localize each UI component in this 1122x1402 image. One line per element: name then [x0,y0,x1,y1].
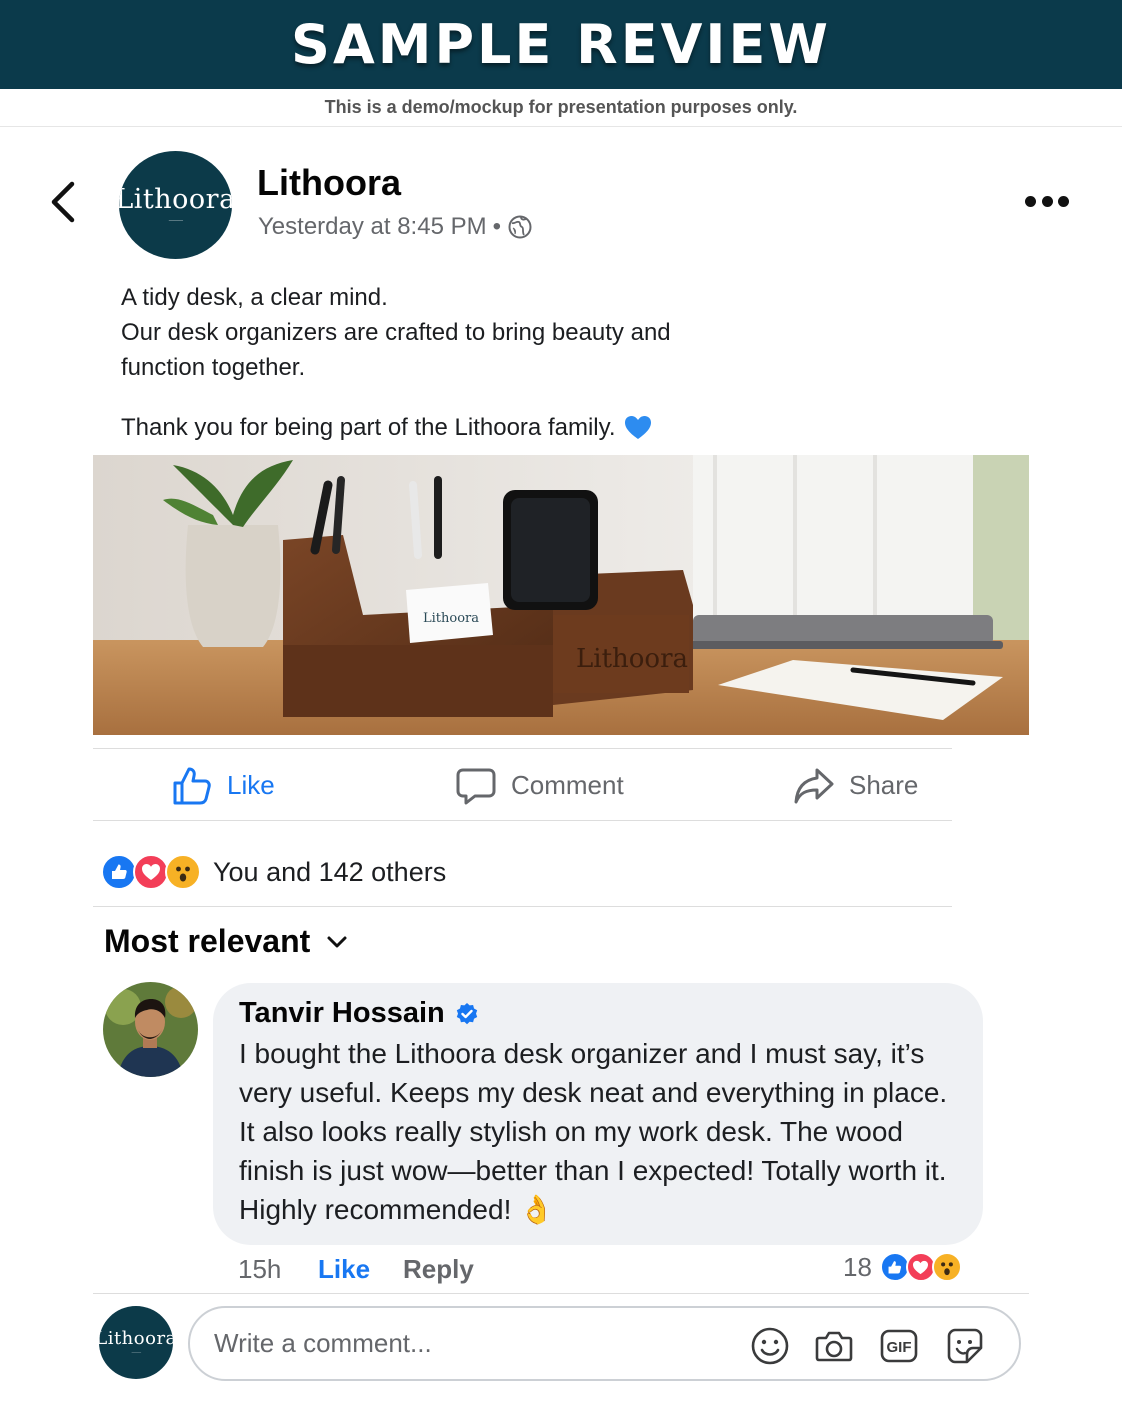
comment-bubble: Tanvir Hossain I bought the Lithoora des… [213,983,983,1245]
comment-sort-dropdown[interactable]: Most relevant [104,923,348,960]
share-button[interactable]: Share [793,749,918,822]
like-label: Like [227,770,275,800]
comment-reaction-count: 18 [843,1251,872,1282]
comment-button[interactable]: Comment [455,749,624,822]
thumbs-up-icon [173,767,211,804]
meta-separator: • [492,213,501,240]
like-button[interactable]: Like [171,749,275,822]
disclaimer-text: This is a demo/mockup for presentation p… [0,89,1122,127]
comment-time[interactable]: 15h [238,1252,281,1286]
back-arrow-icon[interactable] [44,178,84,226]
engraved-brand-text: Lithoora [576,644,688,674]
post-line-1: A tidy desk, a clear mind. [121,284,388,311]
post-meta: Yesterday at 8:45 PM • [258,213,533,241]
gif-label: GIF [887,1339,912,1356]
sort-label: Most relevant [104,923,311,959]
reactions-summary-text: You and 142 others [213,856,447,887]
comment-reactions[interactable]: 18 [843,1250,962,1284]
page-name[interactable]: Lithoora [257,162,401,204]
emoji-icon[interactable] [750,1326,790,1366]
globe-icon [508,215,532,239]
composer-avatar-tagline: ⸻ [131,1349,141,1355]
blue-heart-icon [624,415,651,439]
comment-reply-button[interactable]: Reply [403,1252,474,1286]
post-closing-line: Thank you for being part of the Lithoora… [121,410,821,445]
love-reaction-icon [133,854,169,890]
post-body: A tidy desk, a clear mind. Our desk orga… [121,280,821,445]
like-reaction-icon [101,854,137,890]
sample-review-banner: SAMPLE REVIEW [0,0,1122,89]
more-options-icon[interactable] [1025,193,1069,209]
camera-icon[interactable] [814,1326,854,1366]
page-avatar[interactable]: Lithoora ⸻ [119,151,232,259]
avatar-logo-tagline: ⸻ [168,217,183,224]
post-photo[interactable]: Lithoora Lithoora [93,455,1029,735]
post-closing-text: Thank you for being part of the Lithoora… [121,414,616,441]
reactions-summary[interactable]: You and 142 others [101,852,446,892]
wow-reaction-icon [165,854,201,890]
desk-organizer-photo: Lithoora Lithoora [93,455,1029,735]
post-line-2: Our desk organizers are crafted to bring… [121,319,671,346]
gif-icon[interactable]: GIF [879,1326,919,1366]
speech-bubble-icon [456,768,496,804]
avatar-logo-text: Lithoora [119,184,232,215]
post-line-3: function together. [121,354,306,381]
banner-title: SAMPLE REVIEW [291,13,831,76]
comment-like-button[interactable]: Like [318,1252,370,1286]
comment-text: I bought the Lithoora desk organizer and… [239,1038,948,1225]
post-timestamp[interactable]: Yesterday at 8:45 PM [258,213,487,241]
comment-author-name: Tanvir Hossain [239,997,445,1029]
verified-badge-icon [456,1002,477,1024]
composer-avatar-logo-text: Lithoora [99,1327,173,1349]
comment-author[interactable]: Tanvir Hossain [239,997,957,1030]
comment-composer[interactable]: GIF [188,1306,1021,1381]
post-action-bar: Like Comment Share [93,748,952,821]
chevron-down-icon [327,936,347,947]
comment-input[interactable] [214,1328,734,1359]
comment-label: Comment [511,770,624,800]
divider [93,906,952,907]
share-label: Share [849,770,919,800]
divider [93,1293,1029,1294]
commenter-avatar[interactable] [103,982,198,1077]
sticker-icon[interactable] [945,1326,985,1366]
card-brand-text: Lithoora [423,611,479,626]
composer-avatar: Lithoora ⸻ [99,1306,173,1379]
share-arrow-icon [794,768,834,803]
wow-reaction-icon [931,1252,962,1282]
